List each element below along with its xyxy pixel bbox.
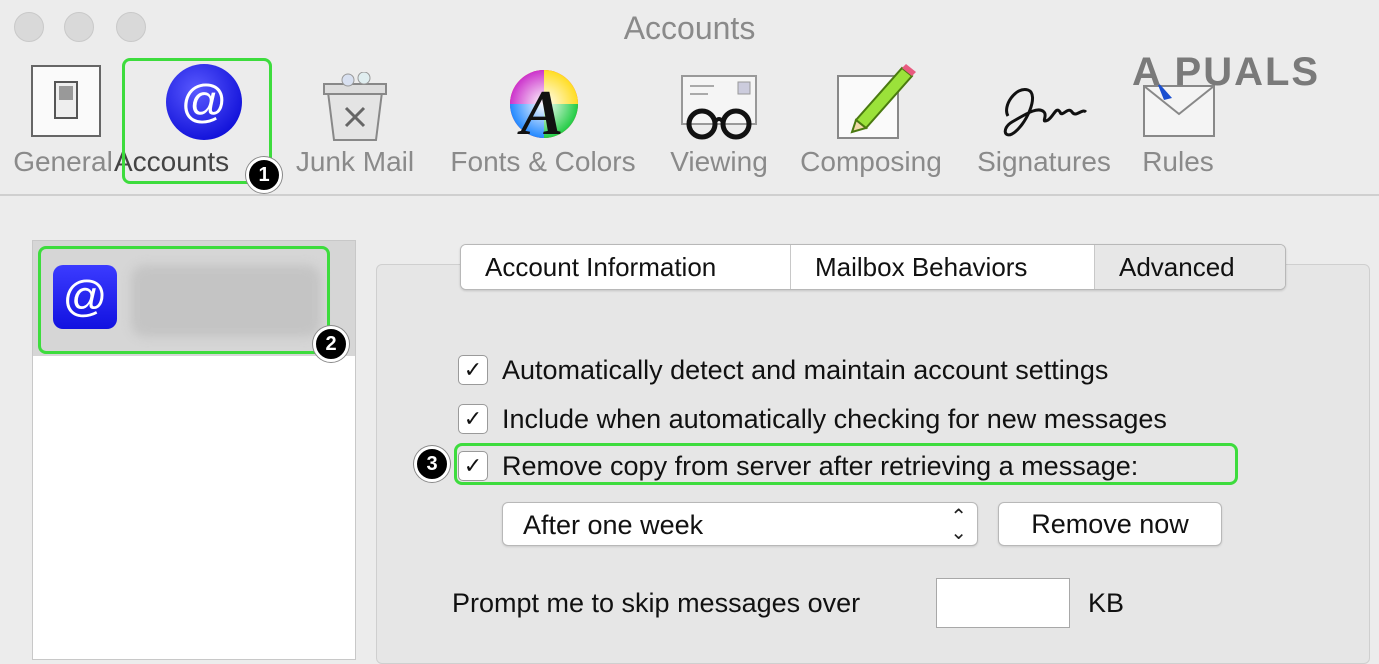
include-checking-checkbox[interactable]: ✓ [458,404,488,434]
switch-icon [31,65,101,137]
remove-period-value: After one week [523,510,704,540]
chevron-updown-icon: ⌃ ⌄ [950,506,967,544]
toolbar-accounts-label: Accounts [114,146,230,177]
step-badge-3: 3 [414,446,450,482]
toolbar-viewing-label: Viewing [670,146,768,177]
account-list[interactable]: @ [32,240,356,660]
account-name-redacted [131,265,321,337]
toolbar-rules-label: Rules [1142,146,1214,177]
skip-prompt-label: Prompt me to skip messages over [452,588,861,618]
remove-now-button[interactable]: Remove now [998,502,1222,546]
watermark-logo: A PUALS [1132,50,1321,94]
window-title: Accounts [623,10,756,46]
toolbar-composing[interactable]: Composing [792,58,950,186]
font-colors-icon: A [510,70,578,140]
auto-detect-label: Automatically detect and maintain accoun… [502,354,1109,385]
step-badge-1: 1 [246,157,282,193]
toolbar-signatures[interactable]: Signatures [968,58,1120,186]
at-sign-icon: @ [166,64,242,140]
include-checking-label: Include when automatically checking for … [502,403,1167,434]
tab-mailbox-behaviors[interactable]: Mailbox Behaviors [791,245,1095,289]
option-include-checking[interactable]: ✓ Include when automatically checking fo… [458,401,1167,437]
option-auto-detect[interactable]: ✓ Automatically detect and maintain acco… [458,352,1108,388]
tab-account-information[interactable]: Account Information [461,245,791,289]
toolbar-general-label: General [13,146,113,177]
toolbar-composing-label: Composing [800,146,942,177]
step-badge-2: 2 [313,326,349,362]
account-tabs: Account Information Mailbox Behaviors Ad… [460,244,1286,290]
pencil-icon [837,64,916,139]
signature-icon [1003,88,1088,137]
svg-text:@: @ [181,75,228,127]
toolbar-general[interactable]: General [8,58,118,186]
toolbar-fonts-colors[interactable]: A Fonts & Colors [440,58,646,186]
account-list-item[interactable]: @ [33,241,355,356]
glasses-icon [681,75,757,140]
remove-copy-checkbox[interactable]: ✓ [458,451,488,481]
option-remove-copy[interactable]: ✓ Remove copy from server after retrievi… [458,448,1138,484]
remove-copy-label: Remove copy from server after retrieving… [502,450,1139,481]
remove-period-select[interactable]: After one week ⌃ ⌄ [502,502,978,546]
at-sign-icon: @ [53,265,117,329]
toolbar-junk-mail[interactable]: Junk Mail [288,58,422,186]
toolbar-fonts-colors-label: Fonts & Colors [450,146,636,177]
skip-size-unit: KB [1088,588,1125,618]
tab-advanced[interactable]: Advanced [1095,245,1285,289]
toolbar-junk-mail-label: Junk Mail [295,146,415,177]
svg-text:A: A [517,77,564,140]
toolbar-viewing[interactable]: Viewing [664,58,774,186]
skip-size-field[interactable] [936,578,1070,628]
toolbar-signatures-label: Signatures [977,146,1111,177]
auto-detect-checkbox[interactable]: ✓ [458,355,488,385]
trash-bin-icon [323,72,387,141]
